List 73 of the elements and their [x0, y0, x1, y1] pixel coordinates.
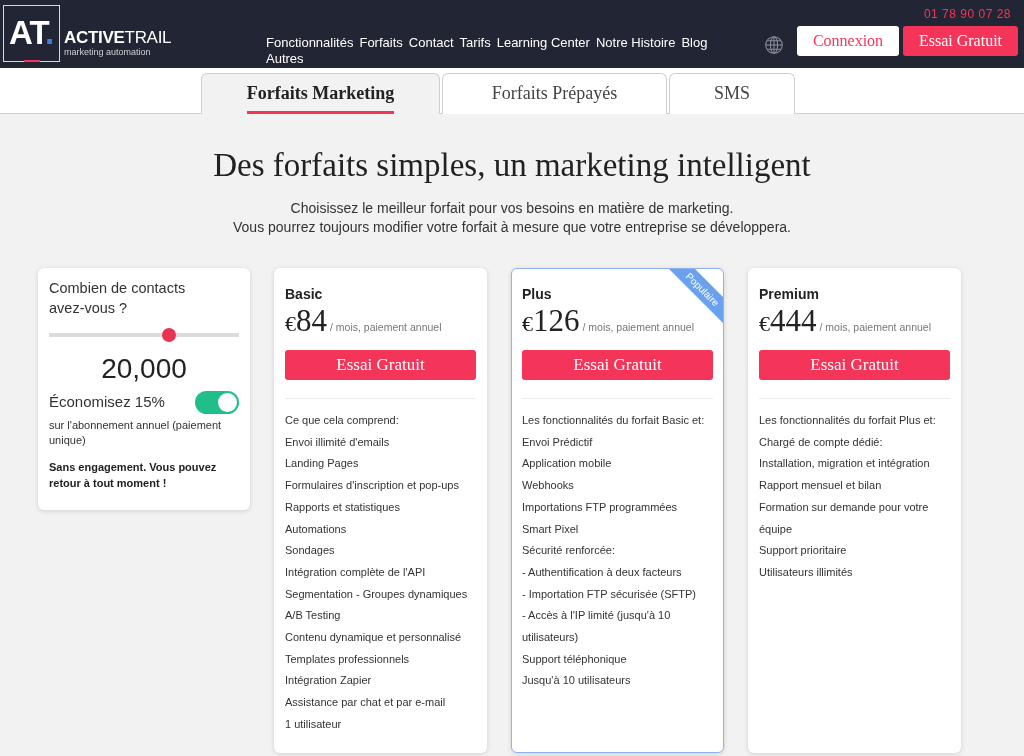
nav-link[interactable]: Tarifs	[459, 35, 491, 51]
nav-link[interactable]: Blog	[681, 35, 708, 51]
features-intro: Les fonctionnalités du forfait Basic et:	[522, 413, 706, 428]
feature-text: Envoi illimité d'emails	[285, 434, 391, 450]
plan-price: €84	[285, 305, 327, 340]
feature-text: Utilisateurs illimités	[759, 564, 854, 580]
feature-text: Smart Pixel	[522, 521, 580, 537]
feature-text: Assistance par chat et par e-mail	[285, 695, 447, 711]
price-period: / mois, paiement annuel	[819, 320, 931, 335]
page-heading: Des forfaits simples, un marketing intelligent	[212, 147, 812, 183]
features-intro: Les fonctionnalités du forfait Plus et:	[759, 413, 937, 428]
feature-text: Sécurité renforcée:	[522, 543, 616, 559]
feature-text: Importations FTP programmées	[522, 499, 679, 515]
feature-text: Rapport mensuel et bilan	[759, 478, 883, 494]
logo-tagline: marketing automation	[64, 47, 152, 57]
feature-text: Support prioritaire	[759, 543, 848, 559]
feature-text: Templates professionnels	[285, 651, 411, 667]
plan-name: Premium	[759, 285, 820, 303]
feature-text: - Importation FTP sécurisée (SFTP)	[522, 586, 697, 602]
feature-text: Automations	[285, 521, 348, 537]
slider-thumb[interactable]	[161, 328, 176, 342]
logo-mark[interactable]: AT.	[3, 5, 60, 62]
feature-text: Landing Pages	[285, 456, 360, 472]
tab[interactable]: SMS	[669, 73, 795, 114]
tab[interactable]: Forfaits Prépayés	[442, 73, 667, 114]
feature-text: Sondages	[285, 543, 336, 559]
plan-name: Basic	[285, 285, 324, 303]
feature-text: Intégration Zapier	[285, 673, 373, 689]
subtitle-text: Vous pourrez toujours modifier votre forfait à mesure que votre entreprise se développera.	[232, 218, 792, 237]
feature-text: Intégration complète de l'API	[285, 564, 427, 580]
commitment-notice: Sans engagement. Vous pouvez retour à tout moment !	[49, 460, 218, 491]
nav-link[interactable]: Contact	[408, 35, 454, 51]
feature-text: - Authentification à deux facteurs	[522, 564, 683, 580]
feature-text: A/B Testing	[285, 608, 342, 624]
feature-text: Support téléphonique	[522, 651, 628, 667]
free-trial-button[interactable]: Essai Gratuit	[285, 350, 476, 380]
nav-link[interactable]: Autres	[266, 51, 304, 67]
contacts-question: Combien de contacts avez-vous ?	[49, 279, 187, 318]
price-period: / mois, paiement annuel	[330, 320, 442, 335]
feature-text: Segmentation - Groupes dynamiques	[285, 586, 469, 602]
price-period: / mois, paiement annuel	[582, 320, 694, 335]
nav-link[interactable]: Learning Center	[496, 35, 590, 51]
logo-wordmark: ACTIVETRAIL	[64, 29, 172, 47]
discount-toggle[interactable]	[195, 391, 239, 414]
feature-text: Chargé de compte dédié:	[759, 434, 884, 450]
feature-text: Formulaires d'inscription et pop-ups	[285, 478, 460, 494]
feature-text: Application mobile	[522, 456, 613, 472]
feature-text: Installation, migration et intégration	[759, 456, 931, 472]
discount-label: Économisez 15%	[49, 392, 165, 413]
login-button[interactable]: Connexion	[797, 26, 899, 56]
feature-text: Webhooks	[522, 478, 575, 494]
contacts-count: 20,000	[100, 353, 188, 385]
feature-text: - Accès à l'IP limité (jusqu'à 10 utilisateurs)	[522, 608, 672, 646]
feature-text: Jusqu'à 10 utilisateurs	[522, 673, 632, 689]
free-trial-button[interactable]: Essai Gratuit	[522, 350, 713, 380]
plan-price: €126	[522, 305, 580, 340]
subtitle-text: Choisissez le meilleur forfait pour vos besoins en matière de marketing.	[289, 199, 735, 218]
feature-text: 1 utilisateur	[285, 716, 343, 732]
feature-text: Contenu dynamique et personnalisé	[285, 630, 463, 646]
nav-link[interactable]: Notre Histoire	[595, 35, 676, 51]
plan-price: €444	[759, 305, 817, 340]
feature-text: Formation sur demande pour votre équipe	[759, 499, 930, 537]
nav-link[interactable]: Fonctionnalités	[266, 35, 354, 51]
feature-text: Envoi Prédictif	[522, 434, 594, 450]
tab[interactable]: Forfaits Marketing	[201, 73, 440, 114]
phone-number[interactable]: 01 78 90 07 28	[923, 6, 1011, 22]
free-trial-button[interactable]: Essai Gratuit	[903, 26, 1018, 56]
discount-note: sur l'abonnement annuel (paiement unique)	[49, 418, 223, 448]
globe-icon[interactable]	[765, 36, 783, 54]
free-trial-button[interactable]: Essai Gratuit	[759, 350, 950, 380]
nav-link[interactable]: Forfaits	[359, 35, 403, 51]
feature-text: Rapports et statistiques	[285, 499, 401, 515]
features-intro: Ce que cela comprend:	[285, 413, 400, 428]
